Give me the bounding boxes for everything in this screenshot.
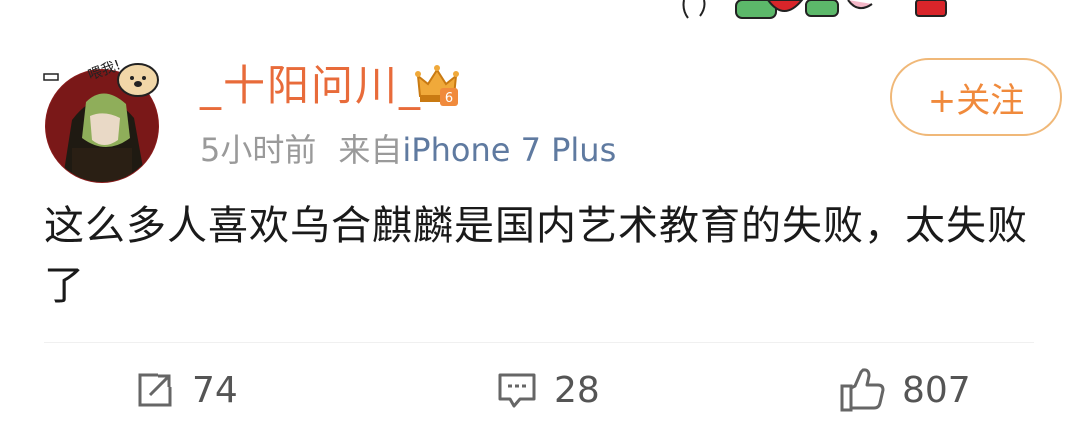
- decorative-sticker-strip: [676, 0, 966, 20]
- sticker-dog-icon: [117, 63, 159, 97]
- comment-count: 28: [554, 369, 600, 411]
- post-content: 这么多人喜欢乌合麒麟是国内艺术教育的失败，太失败了: [44, 203, 1028, 309]
- crown-icon: 6: [414, 62, 460, 108]
- comment-button[interactable]: 28: [496, 362, 600, 418]
- post-meta: 5小时前 来自iPhone 7 Plus: [200, 126, 616, 174]
- post-time: 5小时前: [200, 131, 317, 169]
- post-source[interactable]: iPhone 7 Plus: [402, 131, 616, 169]
- avatar[interactable]: 喂我!: [42, 57, 166, 184]
- follow-button[interactable]: +关注: [890, 58, 1062, 136]
- like-count: 807: [902, 369, 971, 411]
- action-bar: 74 28 807: [0, 362, 1080, 418]
- sticker-bone-icon: [43, 73, 59, 81]
- weibo-post-card: 喂我! _十阳问川_ 6 5小时前 来自iPhone 7 Plus +关注 这么多…: [0, 0, 1080, 422]
- repost-icon: [138, 373, 172, 407]
- repost-count: 74: [192, 369, 238, 411]
- comment-icon: [498, 373, 536, 408]
- like-button[interactable]: 807: [838, 362, 971, 418]
- thumbs-up-icon: [840, 368, 885, 412]
- vip-level-badge: 6: [445, 91, 453, 106]
- repost-button[interactable]: 74: [134, 362, 238, 418]
- source-prefix: 来自: [338, 131, 403, 169]
- divider: [44, 342, 1034, 343]
- username[interactable]: _十阳问川_: [200, 56, 422, 116]
